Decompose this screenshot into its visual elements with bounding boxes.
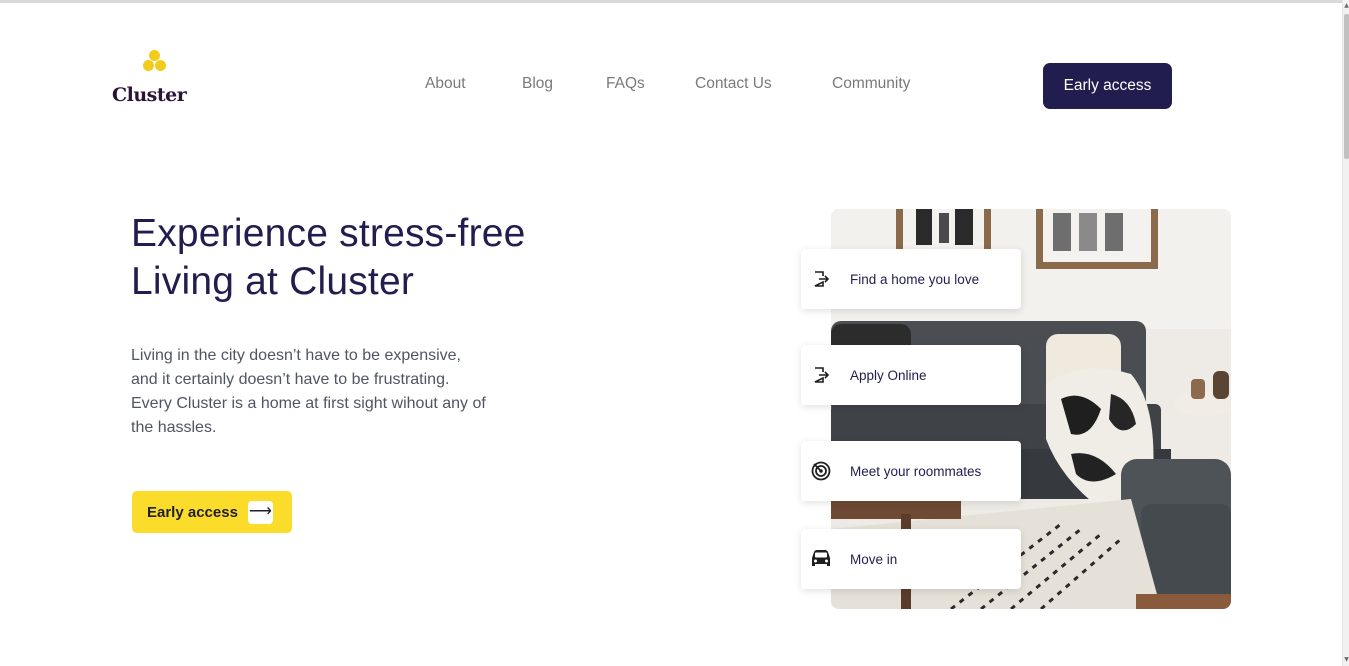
hero-early-access-button[interactable]: Early access ⟶	[132, 491, 292, 533]
logo-wordmark: Cluster	[112, 84, 187, 106]
header-early-access-button[interactable]: Early access	[1043, 63, 1172, 109]
step-label: Meet your roommates	[850, 463, 982, 479]
hero-description-line: Every Cluster is a home at first sight w…	[131, 395, 486, 412]
nav-link-about[interactable]: About	[425, 75, 466, 93]
step-label: Move in	[850, 551, 898, 567]
logo-dot-icon	[143, 60, 154, 71]
radar-icon	[810, 460, 832, 482]
logo-dot-icon	[155, 60, 166, 71]
hero-description-line: the hassles.	[131, 419, 217, 436]
sign-in-icon	[810, 364, 832, 386]
hero-description-line: and it certainly doesn’t have to be frus…	[131, 371, 450, 388]
step-card-find-home[interactable]: Find a home you love	[801, 249, 1021, 309]
hero-title-line: Experience stress-free	[131, 212, 526, 255]
step-card-apply-online[interactable]: Apply Online	[801, 345, 1021, 405]
step-card-move-in[interactable]: Move in	[801, 529, 1021, 589]
page-scrollbar[interactable]: ▲ ▼	[1342, 0, 1349, 666]
scrollbar-thumb[interactable]	[1344, 14, 1349, 159]
hero-title-line: Living at Cluster	[131, 260, 415, 303]
hero-description: Living in the city doesn’t have to be ex…	[131, 344, 541, 440]
hero-description-line: Living in the city doesn’t have to be ex…	[131, 347, 461, 364]
step-label: Find a home you love	[850, 271, 980, 287]
step-card-meet-roommates[interactable]: Meet your roommates	[801, 441, 1021, 501]
scroll-down-arrow-icon[interactable]: ▼	[1343, 656, 1349, 664]
sign-in-icon	[810, 268, 832, 290]
nav-link-contact-us[interactable]: Contact Us	[695, 75, 772, 93]
nav-link-faqs[interactable]: FAQs	[606, 75, 645, 93]
arrow-right-icon: ⟶	[247, 500, 273, 524]
car-icon	[810, 548, 832, 570]
nav-link-community[interactable]: Community	[832, 75, 910, 93]
step-label: Apply Online	[850, 367, 927, 383]
hero-early-access-label: Early access	[147, 503, 238, 521]
nav-link-blog[interactable]: Blog	[522, 75, 553, 93]
logo[interactable]: Cluster	[112, 50, 202, 106]
hero-title: Experience stress-free Living at Cluster	[131, 210, 651, 306]
window-top-border	[0, 0, 1342, 3]
scroll-up-arrow-icon[interactable]: ▲	[1343, 2, 1349, 10]
